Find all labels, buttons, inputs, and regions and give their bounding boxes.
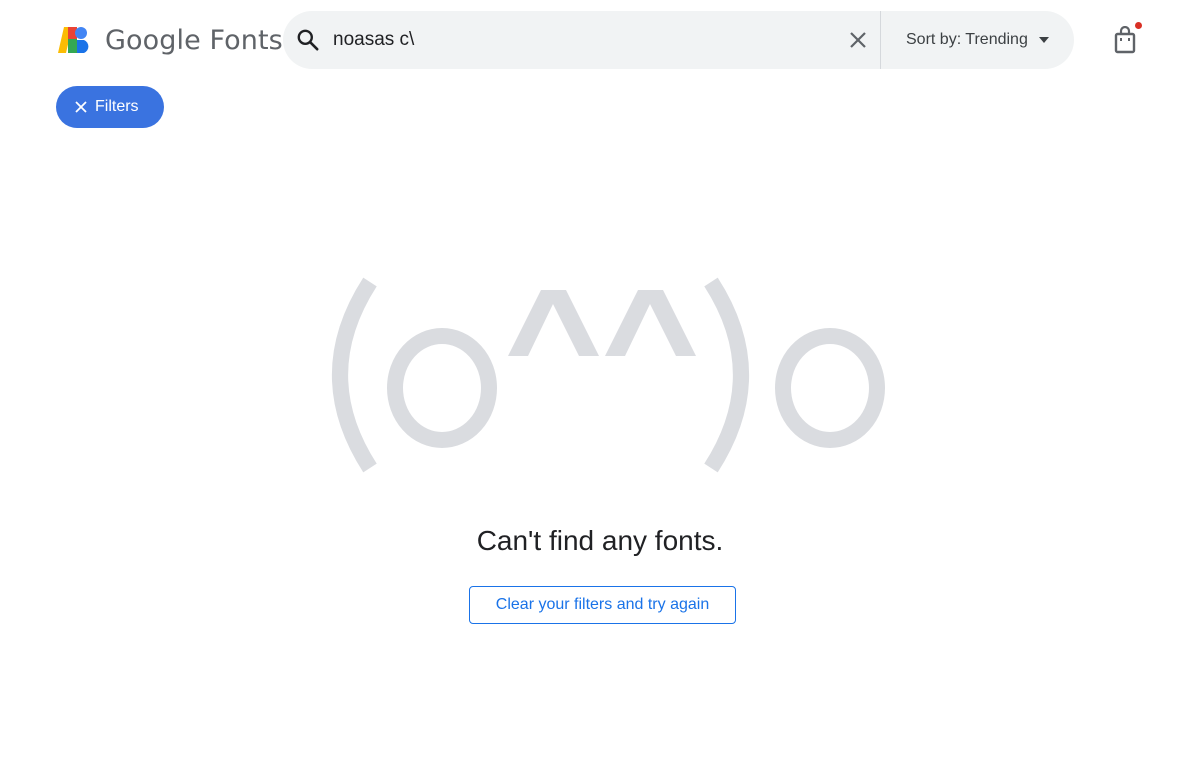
close-icon [75, 101, 87, 113]
kaomoji-left-paren [332, 277, 377, 473]
shopping-bag-icon[interactable] [1113, 26, 1137, 54]
search-bar: Sort by: Trending [283, 11, 1074, 69]
empty-state-kaomoji [332, 277, 885, 473]
empty-state-message: Can't find any fonts. [476, 525, 724, 556]
caret-down-icon [1038, 37, 1049, 43]
search-icon[interactable] [295, 27, 321, 53]
kaomoji-left-o [387, 328, 497, 448]
kaomoji-right-paren [704, 277, 749, 473]
filters-label: Filters [95, 98, 139, 115]
logo-text: Google Fonts [105, 24, 283, 56]
kaomoji-right-caret [605, 290, 696, 356]
google-fonts-logo-icon [58, 27, 89, 53]
kaomoji-left-caret [508, 290, 599, 356]
close-icon[interactable] [846, 28, 870, 52]
sort-dropdown[interactable]: Sort by: Trending [906, 11, 1052, 69]
kaomoji-right-o [775, 328, 885, 448]
search-input[interactable] [333, 25, 813, 55]
sort-divider [880, 11, 881, 69]
filters-button[interactable]: Filters [56, 86, 164, 128]
google-fonts-page: Google Fonts Sort by: Trending [0, 0, 1200, 782]
sort-label: Sort by: Trending [906, 31, 1028, 48]
logo[interactable]: Google Fonts [56, 24, 283, 56]
notification-dot [1135, 22, 1142, 29]
clear-filters-button[interactable]: Clear your filters and try again [469, 586, 736, 624]
